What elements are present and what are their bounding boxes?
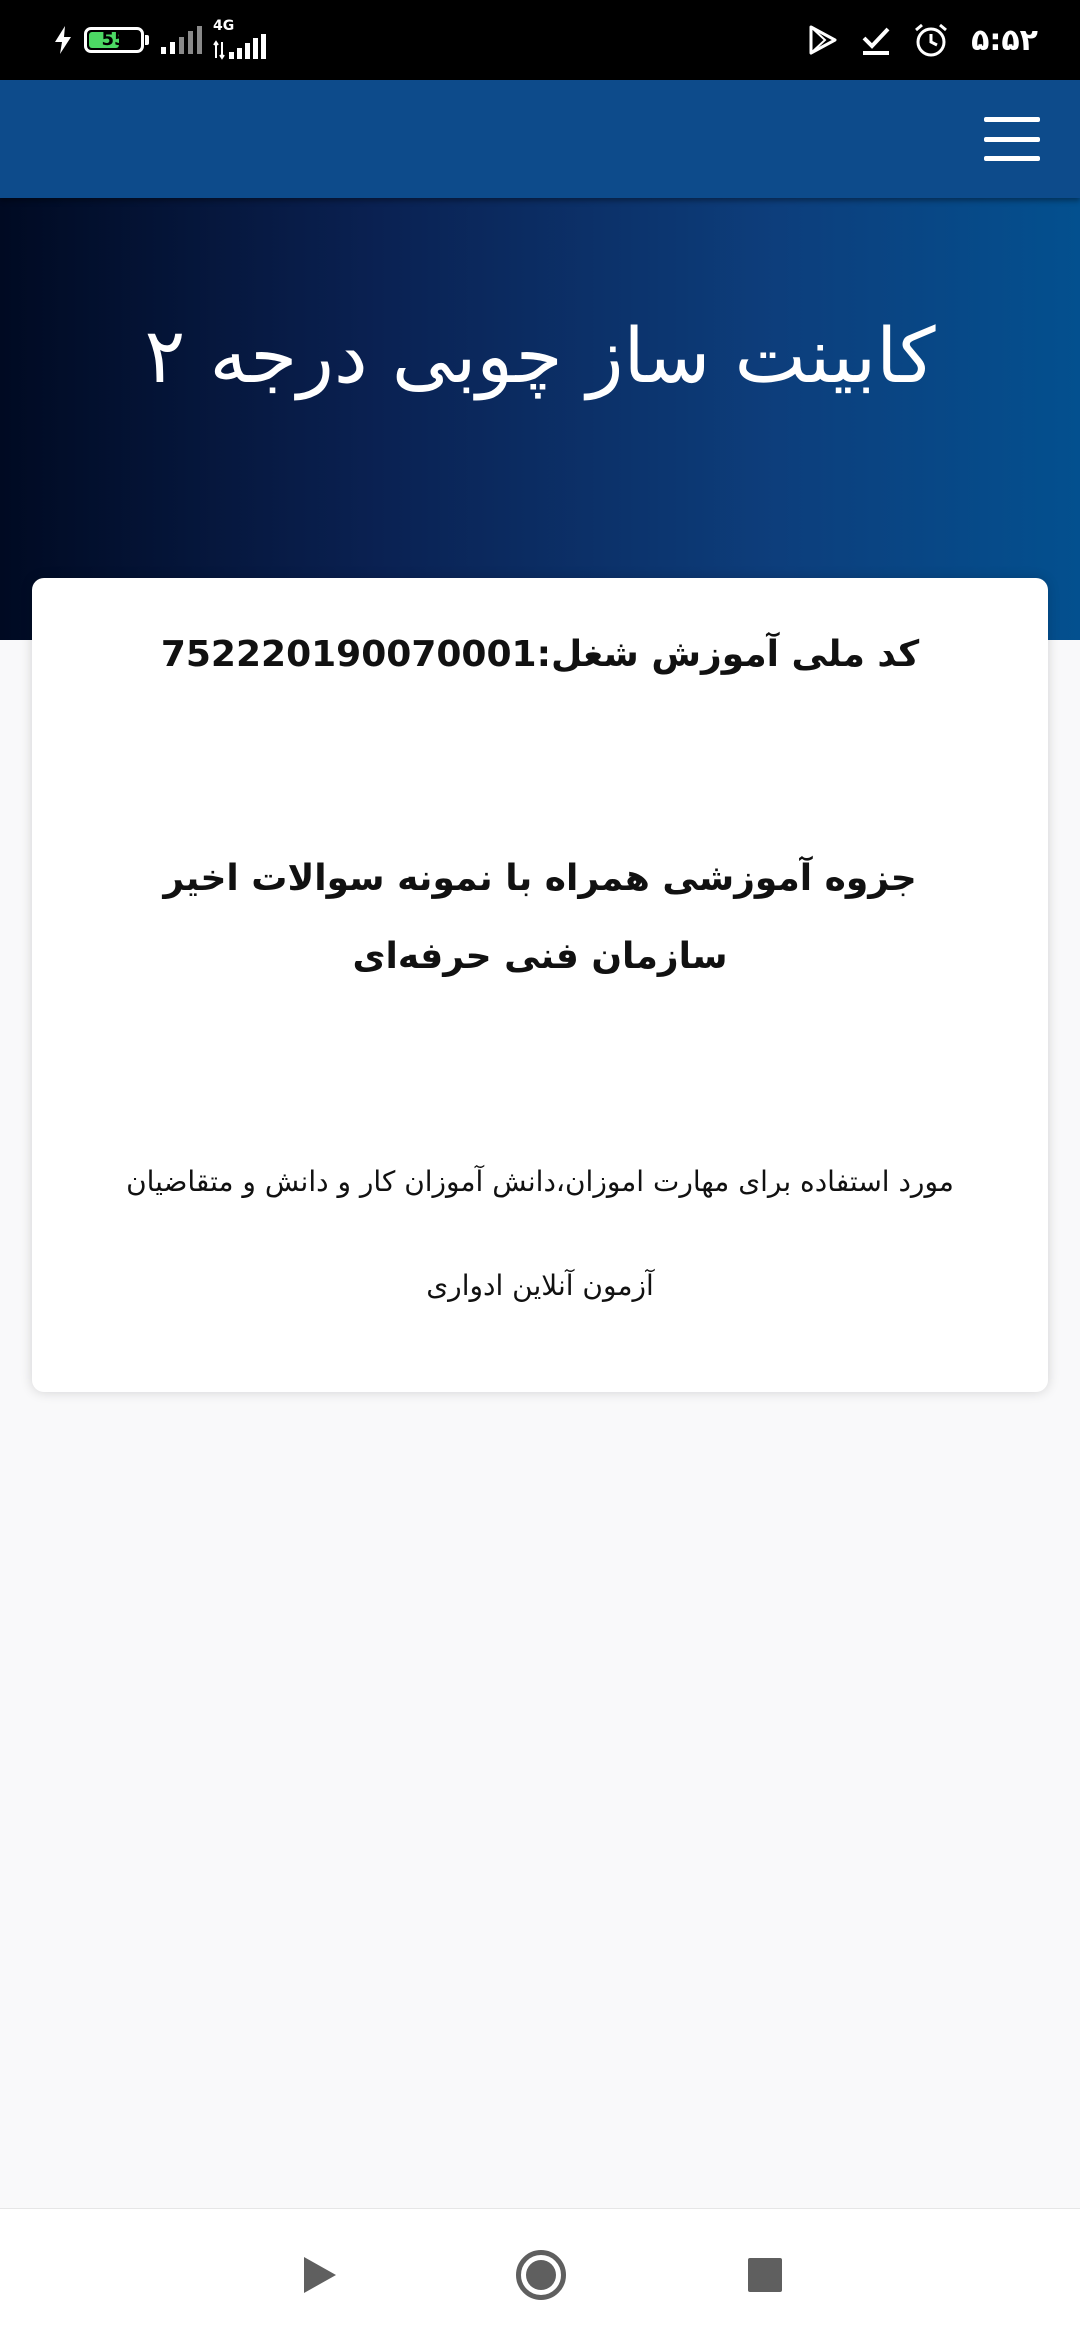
back-button[interactable]	[260, 2209, 380, 2341]
status-right-group: ۵:۵۲	[807, 0, 1038, 80]
back-triangle-icon	[304, 2257, 336, 2293]
charging-bolt-icon	[55, 26, 71, 54]
battery-icon: 55	[84, 27, 144, 53]
home-dot	[526, 2260, 556, 2290]
menu-line	[984, 136, 1040, 142]
check-download-icon	[862, 27, 890, 55]
status-bar: 55 4G ۵:۵۲	[0, 0, 1080, 80]
signal-4g-icon: 4G	[213, 18, 273, 60]
booklet-description-text: جزوه آموزشی همراه با نمونه سوالات اخیر س…	[163, 858, 917, 977]
page-title: کابینت ساز چوبی درجه ۲	[144, 311, 936, 400]
system-nav-bar	[0, 2208, 1080, 2341]
battery-cap	[145, 35, 149, 45]
alarm-icon	[915, 23, 948, 57]
job-code-text: کد ملی آموزش شغل:752220190070001	[160, 634, 920, 675]
signal-icon	[161, 26, 202, 54]
hero-banner: کابینت ساز چوبی درجه ۲	[0, 198, 1080, 640]
status-left-group: 55 4G	[52, 0, 273, 80]
recents-button[interactable]	[705, 2209, 825, 2341]
home-circle-icon	[516, 2250, 566, 2300]
battery-level: 55	[101, 29, 127, 50]
home-button[interactable]	[481, 2209, 601, 2341]
menu-line	[984, 117, 1040, 122]
recents-square-icon	[748, 2258, 782, 2292]
menu-line	[984, 156, 1040, 161]
app-bar	[0, 80, 1080, 198]
status-time: ۵:۵۲	[971, 22, 1038, 58]
usage-description-text: مورد استفاده برای مهارت اموزان،دانش آموز…	[126, 1165, 954, 1302]
play-store-icon	[809, 25, 837, 55]
info-card: کد ملی آموزش شغل:752220190070001 جزوه آم…	[32, 578, 1048, 1392]
hamburger-menu-icon[interactable]	[984, 117, 1040, 161]
network-type-label: 4G	[213, 18, 235, 34]
